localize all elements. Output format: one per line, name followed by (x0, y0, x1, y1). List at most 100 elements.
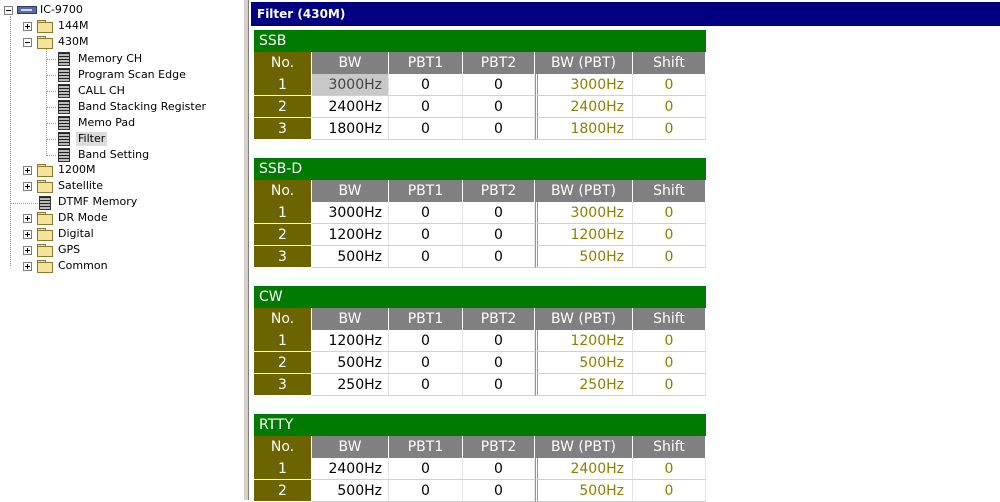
cell-bw[interactable]: 2400Hz (312, 458, 389, 480)
cell-shift[interactable]: 0 (633, 330, 706, 352)
cell-shift[interactable]: 0 (633, 458, 706, 480)
cell-pbt1[interactable]: 0 (389, 480, 463, 502)
collapse-toggle[interactable] (4, 6, 13, 15)
expand-toggle[interactable] (23, 246, 32, 255)
cell-shift[interactable]: 0 (633, 480, 706, 502)
cell-bw[interactable]: 1200Hz (312, 330, 389, 352)
cell-shift[interactable]: 0 (633, 352, 706, 374)
cell-no: 1 (254, 202, 312, 224)
cell-pbt1[interactable]: 0 (389, 224, 463, 246)
cell-bw-pbt[interactable]: 1200Hz (535, 330, 633, 352)
cell-bw-pbt[interactable]: 1800Hz (535, 118, 633, 140)
cell-no: 3 (254, 118, 312, 140)
cell-shift[interactable]: 0 (633, 224, 706, 246)
cell-shift[interactable]: 0 (633, 74, 706, 96)
cell-pbt2[interactable]: 0 (463, 330, 535, 352)
tree-node-ic9700[interactable]: IC-9700 (38, 3, 85, 17)
cell-pbt1[interactable]: 0 (389, 352, 463, 374)
collapse-toggle[interactable] (23, 38, 32, 47)
cell-pbt2[interactable]: 0 (463, 352, 535, 374)
cell-shift[interactable]: 0 (633, 246, 706, 268)
cell-pbt1[interactable]: 0 (389, 458, 463, 480)
tree-node-digital[interactable]: Digital (56, 227, 96, 241)
expand-toggle[interactable] (23, 230, 32, 239)
cell-no: 2 (254, 352, 312, 374)
cell-pbt2[interactable]: 0 (463, 458, 535, 480)
cell-bw[interactable]: 500Hz (312, 246, 389, 268)
cell-shift[interactable]: 0 (633, 96, 706, 118)
cell-bw-pbt[interactable]: 3000Hz (535, 202, 633, 224)
column-header-pbt2: PBT2 (463, 180, 535, 202)
tree-node-144m[interactable]: 144M (56, 19, 91, 33)
cell-bw[interactable]: 3000Hz (312, 202, 389, 224)
cell-no: 1 (254, 330, 312, 352)
cell-pbt1[interactable]: 0 (389, 202, 463, 224)
cell-pbt1[interactable]: 0 (389, 118, 463, 140)
cell-pbt1[interactable]: 0 (389, 374, 463, 396)
tree-line (46, 107, 56, 109)
cell-pbt2[interactable]: 0 (463, 202, 535, 224)
tree-node-gps[interactable]: GPS (56, 243, 82, 257)
tree-node-program-scan-edge[interactable]: Program Scan Edge (76, 68, 188, 82)
cell-pbt2[interactable]: 0 (463, 480, 535, 502)
tree-node-1200m[interactable]: 1200M (56, 163, 98, 177)
expand-toggle[interactable] (23, 262, 32, 271)
expand-toggle[interactable] (23, 22, 32, 31)
expand-toggle[interactable] (23, 214, 32, 223)
cell-pbt2[interactable]: 0 (463, 74, 535, 96)
cell-bw[interactable]: 3000Hz (312, 74, 389, 96)
cell-pbt2[interactable]: 0 (463, 224, 535, 246)
cell-pbt2[interactable]: 0 (463, 246, 535, 268)
cell-pbt1[interactable]: 0 (389, 330, 463, 352)
column-header-pbt2: PBT2 (463, 436, 535, 458)
cell-pbt1[interactable]: 0 (389, 74, 463, 96)
cell-bw-pbt[interactable]: 250Hz (535, 374, 633, 396)
cell-no: 1 (254, 74, 312, 96)
tree-node-memory-ch[interactable]: Memory CH (76, 52, 144, 66)
cell-bw-pbt[interactable]: 500Hz (535, 246, 633, 268)
cell-bw-pbt[interactable]: 2400Hz (535, 458, 633, 480)
cell-pbt2[interactable]: 0 (463, 96, 535, 118)
cell-pbt2[interactable]: 0 (463, 374, 535, 396)
tree-node-dtmf-memory[interactable]: DTMF Memory (56, 195, 139, 209)
cell-bw-pbt[interactable]: 500Hz (535, 352, 633, 374)
cell-shift[interactable]: 0 (633, 374, 706, 396)
column-header-no: No. (254, 308, 312, 330)
tree-view[interactable]: IC-9700 144M 430M Memory CH Program Scan… (0, 0, 243, 500)
column-header-pbt2: PBT2 (463, 308, 535, 330)
cell-bw[interactable]: 1800Hz (312, 118, 389, 140)
cell-bw[interactable]: 2400Hz (312, 96, 389, 118)
expand-toggle[interactable] (23, 182, 32, 191)
cell-bw-pbt[interactable]: 2400Hz (535, 96, 633, 118)
cell-bw[interactable]: 500Hz (312, 480, 389, 502)
column-header-bw: BW (312, 308, 389, 330)
document-icon (58, 100, 70, 114)
folder-icon (37, 260, 53, 273)
tree-node-band-stacking-register[interactable]: Band Stacking Register (76, 100, 208, 114)
cell-pbt1[interactable]: 0 (389, 96, 463, 118)
cell-pbt1[interactable]: 0 (389, 246, 463, 268)
cell-bw-pbt[interactable]: 500Hz (535, 480, 633, 502)
tree-node-430m[interactable]: 430M (56, 35, 91, 49)
tree-node-call-ch[interactable]: CALL CH (76, 84, 127, 98)
cell-pbt2[interactable]: 0 (463, 118, 535, 140)
filter-section-ssb: SSB No. BW PBT1 PBT2 BW (PBT) Shift 1 3000Hz 0 0 30… (254, 30, 706, 140)
tree-line (46, 123, 56, 125)
cell-bw-pbt[interactable]: 3000Hz (535, 74, 633, 96)
tree-node-band-setting[interactable]: Band Setting (76, 148, 151, 162)
tree-node-dr-mode[interactable]: DR Mode (56, 211, 110, 225)
cell-bw[interactable]: 1200Hz (312, 224, 389, 246)
tree-node-memo-pad[interactable]: Memo Pad (76, 116, 137, 130)
tree-node-filter[interactable]: Filter (76, 132, 108, 146)
cell-bw[interactable]: 250Hz (312, 374, 389, 396)
expand-toggle[interactable] (23, 166, 32, 175)
tree-node-satellite[interactable]: Satellite (56, 179, 105, 193)
cell-bw-pbt[interactable]: 1200Hz (535, 224, 633, 246)
cell-shift[interactable]: 0 (633, 202, 706, 224)
cell-shift[interactable]: 0 (633, 118, 706, 140)
filter-section-cw: CW No. BW PBT1 PBT2 BW (PBT) Shift 1 1200Hz 0 0 120… (254, 286, 706, 396)
cell-bw[interactable]: 500Hz (312, 352, 389, 374)
column-header-shift: Shift (633, 180, 706, 202)
tree-node-common[interactable]: Common (56, 259, 110, 273)
folder-icon (37, 228, 53, 241)
